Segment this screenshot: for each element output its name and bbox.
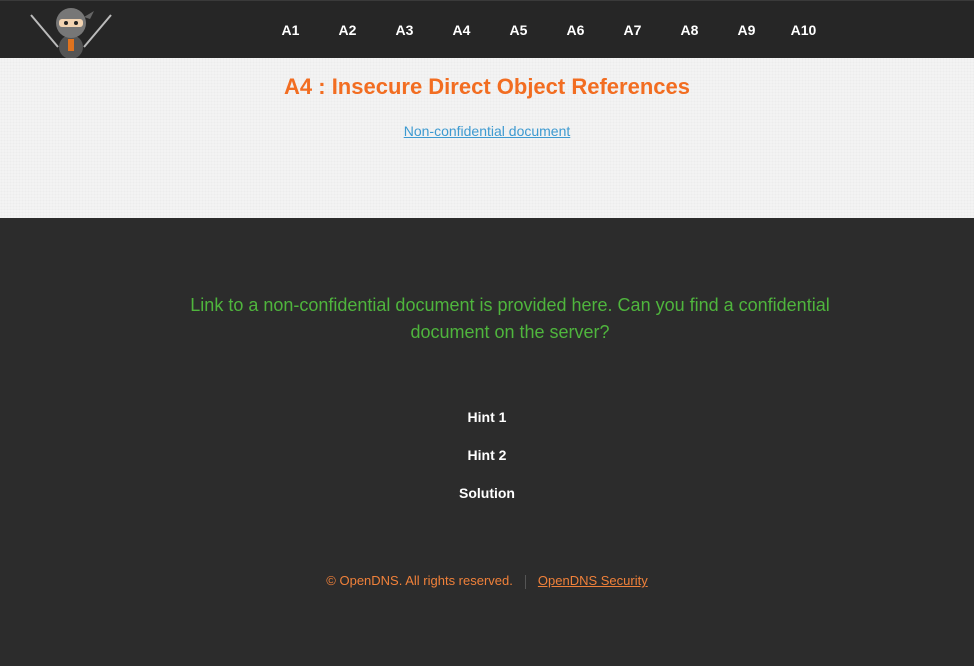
nav-item-a6[interactable]: A6 (547, 22, 604, 38)
top-navigation-bar: A1 A2 A3 A4 A5 A6 A7 A8 A9 A10 (0, 0, 974, 59)
hint-2-button[interactable]: Hint 2 (0, 444, 974, 482)
footer: © OpenDNS. All rights reserved. OpenDNS S… (0, 573, 974, 589)
hint-buttons: Hint 1 Hint 2 Solution (0, 406, 974, 520)
nav-item-a3[interactable]: A3 (376, 22, 433, 38)
opendns-security-link[interactable]: OpenDNS Security (538, 573, 648, 588)
main-nav: A1 A2 A3 A4 A5 A6 A7 A8 A9 A10 (262, 1, 832, 59)
hint-1-button[interactable]: Hint 1 (0, 406, 974, 444)
nav-item-a4[interactable]: A4 (433, 22, 490, 38)
challenge-description: Link to a non-confidential document is p… (190, 295, 830, 342)
page-title: A4 : Insecure Direct Object References (284, 74, 690, 99)
nav-item-a8[interactable]: A8 (661, 22, 718, 38)
nav-item-a1[interactable]: A1 (262, 22, 319, 38)
ninja-logo-icon[interactable] (28, 3, 114, 59)
footer-divider (524, 574, 526, 589)
nav-item-a7[interactable]: A7 (604, 22, 661, 38)
nav-item-a10[interactable]: A10 (775, 22, 832, 38)
nav-item-a9[interactable]: A9 (718, 22, 775, 38)
copyright-text: © OpenDNS. All rights reserved. (326, 573, 513, 588)
challenge-body: Link to a non-confidential document is p… (0, 218, 974, 666)
nav-item-a5[interactable]: A5 (490, 22, 547, 38)
solution-button[interactable]: Solution (0, 482, 974, 520)
challenge-header: A4 : Insecure Direct Object References N… (0, 58, 974, 218)
nav-item-a2[interactable]: A2 (319, 22, 376, 38)
non-confidential-document-link[interactable]: Non-confidential document (0, 123, 974, 139)
